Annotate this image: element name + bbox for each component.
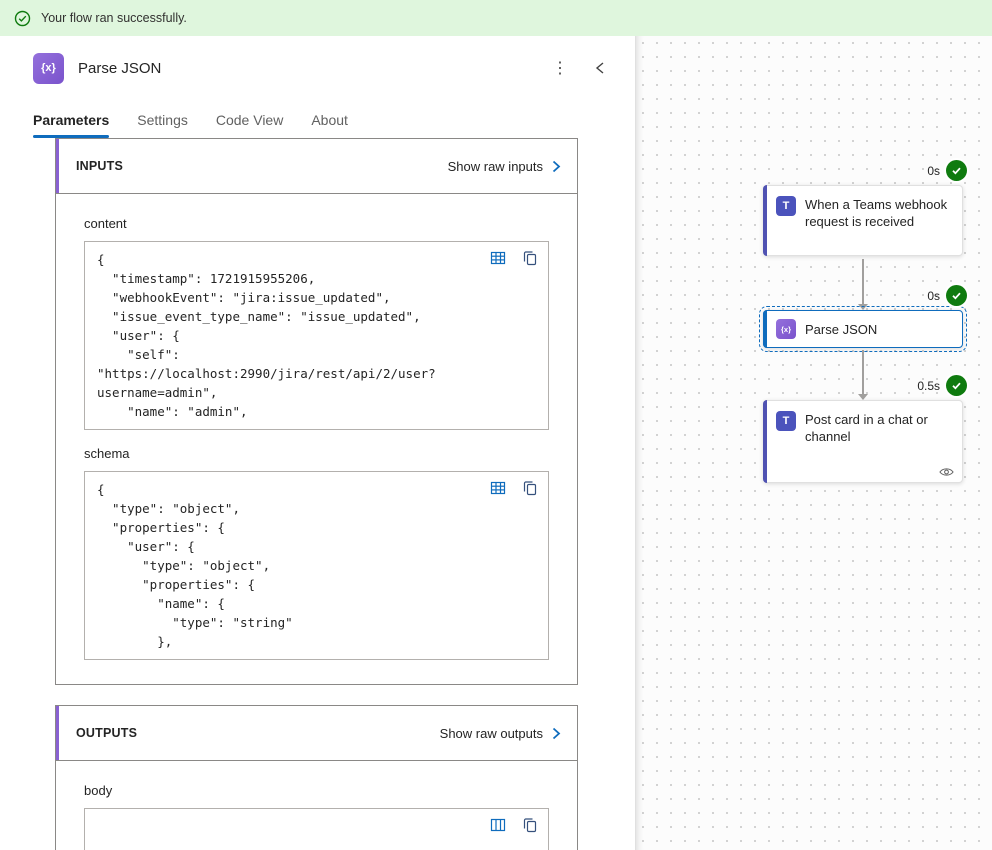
table-view-button[interactable] bbox=[488, 478, 508, 498]
flow-canvas[interactable]: 0s T When a Teams webhook request is rec… bbox=[636, 36, 992, 850]
teams-icon: T bbox=[776, 196, 796, 216]
tab-settings[interactable]: Settings bbox=[137, 112, 188, 138]
teams-icon: T bbox=[776, 411, 796, 431]
content-field-label: content bbox=[84, 216, 127, 231]
parse-json-icon: {x} bbox=[776, 319, 796, 339]
success-icon bbox=[14, 10, 31, 27]
copy-button[interactable] bbox=[520, 815, 540, 835]
body-code-box[interactable] bbox=[84, 808, 549, 850]
run-status-badge: 0s bbox=[927, 285, 967, 306]
connector-arrow[interactable] bbox=[858, 350, 868, 400]
run-status-badge: 0.5s bbox=[917, 375, 967, 396]
action-details-panel: {x} Parse JSON ⋮ Parameters Settings Cod… bbox=[0, 36, 636, 850]
tab-about[interactable]: About bbox=[311, 112, 348, 138]
copy-button[interactable] bbox=[520, 248, 540, 268]
schema-code: { "type": "object", "properties": { "use… bbox=[97, 482, 293, 649]
show-raw-inputs-label: Show raw inputs bbox=[447, 158, 543, 174]
copy-icon bbox=[523, 818, 537, 833]
outputs-section-header: OUTPUTS Show raw outputs bbox=[55, 705, 578, 761]
node-teams-webhook-trigger[interactable]: 0s T When a Teams webhook request is rec… bbox=[763, 160, 967, 256]
success-check-icon bbox=[946, 160, 967, 181]
table-icon bbox=[490, 251, 506, 265]
success-check-icon bbox=[946, 285, 967, 306]
content-code: { "timestamp": 1721915955206, "webhookEv… bbox=[97, 252, 436, 419]
run-duration: 0s bbox=[927, 163, 940, 178]
chevron-right-icon bbox=[552, 727, 561, 739]
schema-field-label: schema bbox=[84, 446, 130, 461]
node-title: Post card in a chat or channel bbox=[805, 412, 928, 444]
node-parse-json[interactable]: 0s {x} Parse JSON bbox=[759, 285, 967, 352]
schema-code-box[interactable]: { "type": "object", "properties": { "use… bbox=[84, 471, 549, 660]
show-raw-outputs-label: Show raw outputs bbox=[439, 725, 543, 741]
table-view-button[interactable] bbox=[488, 248, 508, 268]
connector-arrow[interactable] bbox=[858, 259, 868, 310]
copy-button[interactable] bbox=[520, 478, 540, 498]
banner-message: Your flow ran successfully. bbox=[41, 11, 187, 25]
node-title: Parse JSON bbox=[805, 321, 878, 337]
node-post-card[interactable]: 0.5s T Post card in a chat or channel bbox=[763, 375, 967, 483]
table-icon bbox=[490, 481, 506, 495]
panel-title: Parse JSON bbox=[78, 59, 162, 77]
outputs-section: OUTPUTS Show raw outputs body bbox=[55, 705, 578, 850]
teams-icon-glyph: T bbox=[782, 415, 790, 427]
outputs-section-body: body bbox=[55, 761, 578, 850]
chevron-left-icon bbox=[595, 62, 604, 74]
success-banner: Your flow ran successfully. bbox=[0, 0, 992, 36]
body-field-label: body bbox=[84, 783, 113, 798]
success-check-icon bbox=[946, 375, 967, 396]
run-duration: 0s bbox=[927, 288, 940, 303]
inputs-heading: INPUTS bbox=[76, 159, 124, 173]
table-view-button[interactable] bbox=[488, 815, 508, 835]
inputs-section-body: content {"timestamp": 1721915955206, "w… bbox=[55, 194, 578, 685]
copy-icon bbox=[523, 481, 537, 496]
inputs-section: INPUTS Show raw inputs content {"timest… bbox=[55, 138, 578, 685]
content-code-box[interactable]: { "timestamp": 1721915955206, "webhookEv… bbox=[84, 241, 549, 430]
copy-icon bbox=[523, 251, 537, 266]
inputs-section-header: INPUTS Show raw inputs bbox=[55, 138, 578, 194]
table-icon bbox=[490, 818, 506, 832]
show-raw-inputs-link[interactable]: Show raw inputs bbox=[448, 159, 561, 174]
parse-json-icon-glyph: {x} bbox=[780, 324, 791, 334]
node-title: When a Teams webhook request is received bbox=[805, 197, 948, 229]
connection-eye-icon bbox=[939, 466, 954, 478]
tab-bar: Parameters Settings Code View About bbox=[33, 112, 635, 138]
tab-code-view[interactable]: Code View bbox=[216, 112, 283, 138]
teams-icon-glyph: T bbox=[782, 200, 790, 212]
collapse-panel-button[interactable] bbox=[587, 55, 613, 81]
more-menu-button[interactable]: ⋮ bbox=[547, 55, 573, 81]
panel-header: {x} Parse JSON ⋮ bbox=[33, 48, 615, 88]
run-duration: 0.5s bbox=[917, 378, 940, 393]
parse-json-icon: {x} bbox=[33, 52, 64, 84]
chevron-right-icon bbox=[552, 160, 561, 172]
show-raw-outputs-link[interactable]: Show raw outputs bbox=[440, 726, 561, 741]
tab-parameters[interactable]: Parameters bbox=[33, 112, 110, 138]
outputs-heading: OUTPUTS bbox=[76, 726, 138, 740]
run-status-badge: 0s bbox=[927, 160, 967, 181]
parse-json-icon-glyph: {x} bbox=[41, 62, 56, 74]
